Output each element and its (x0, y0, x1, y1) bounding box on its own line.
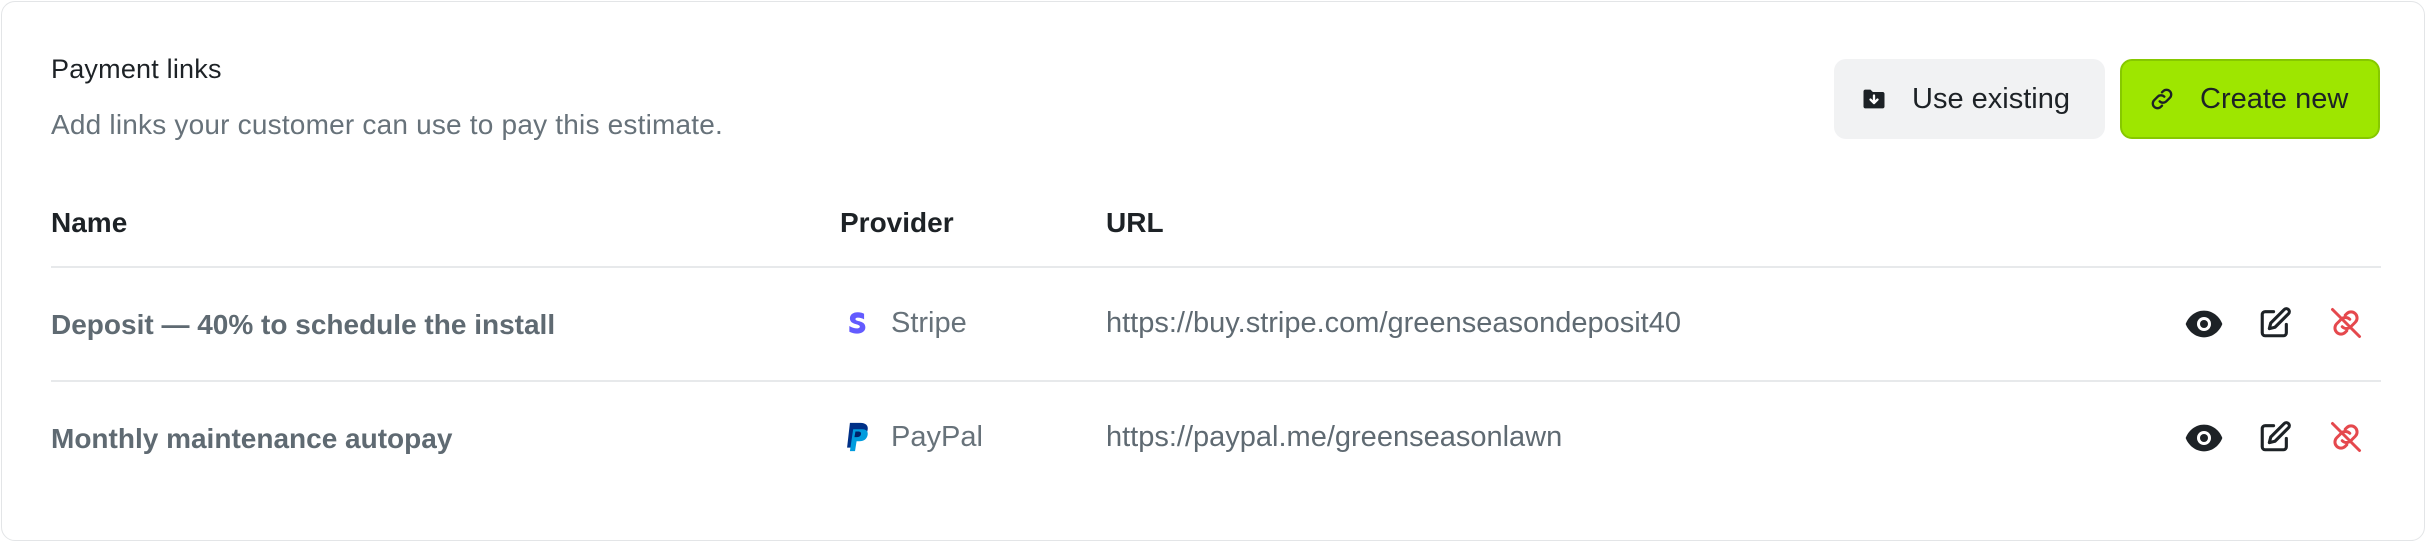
section-subtitle: Add links your customer can use to pay t… (51, 109, 724, 140)
folder-download-icon (1860, 85, 1888, 113)
create-new-label: Create new (2200, 82, 2349, 115)
stripe-logo-icon (840, 306, 874, 340)
column-header-url: URL (1106, 207, 1164, 238)
unlink-icon (2328, 305, 2364, 346)
edit-icon (2258, 306, 2292, 345)
provider-cell: Stripe (840, 306, 967, 340)
edit-button[interactable] (2255, 305, 2295, 345)
row-divider (51, 380, 2381, 382)
edit-icon (2258, 420, 2292, 459)
provider-name: Stripe (891, 306, 967, 339)
header-divider (51, 266, 2381, 268)
edit-button[interactable] (2255, 419, 2295, 459)
unlink-icon (2328, 419, 2364, 460)
link-url: https://buy.stripe.com/greenseasondeposi… (1106, 307, 1681, 339)
link-icon (2148, 85, 2176, 113)
view-button[interactable] (2184, 420, 2224, 460)
provider-name: PayPal (891, 420, 983, 453)
view-button[interactable] (2184, 306, 2224, 346)
eye-icon (2184, 309, 2224, 344)
use-existing-label: Use existing (1912, 82, 2070, 115)
unlink-button[interactable] (2326, 305, 2366, 345)
unlink-button[interactable] (2326, 419, 2366, 459)
link-url: https://paypal.me/greenseasonlawn (1106, 421, 1563, 453)
use-existing-button[interactable]: Use existing (1834, 59, 2105, 139)
column-header-name: Name (51, 207, 128, 238)
paypal-logo-icon (840, 420, 874, 454)
eye-icon (2184, 423, 2224, 458)
provider-cell: PayPal (840, 420, 983, 454)
section-title: Payment links (51, 54, 222, 84)
payment-links-card: Payment links Add links your customer ca… (1, 1, 2425, 541)
create-new-button[interactable]: Create new (2120, 59, 2380, 139)
link-name: Deposit — 40% to schedule the install (51, 309, 556, 340)
column-header-provider: Provider (840, 207, 954, 238)
link-name: Monthly maintenance autopay (51, 423, 453, 454)
